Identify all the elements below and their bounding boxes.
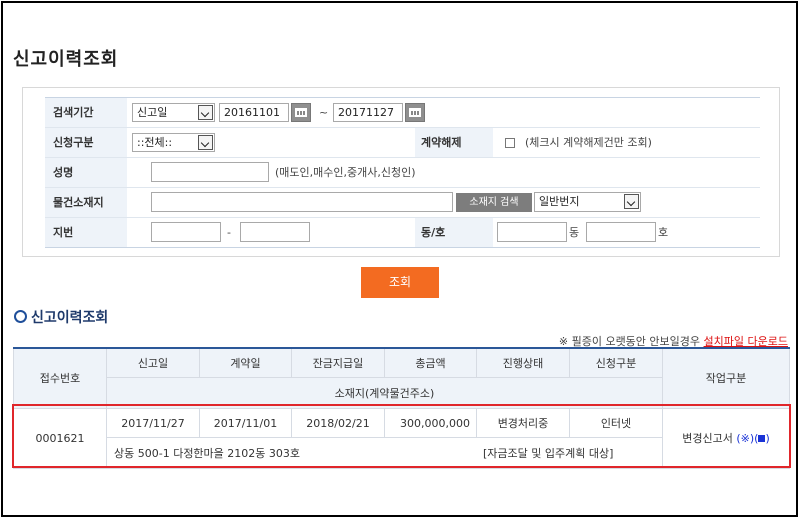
location-input[interactable] — [151, 192, 453, 212]
chevron-down-icon — [624, 194, 639, 209]
apply-type-select[interactable]: ::전체:: — [132, 133, 215, 152]
ho-suffix: 호 — [658, 226, 669, 239]
row-name: 성명 (매도인,매수인,중개사,신청인) — [45, 158, 760, 188]
calendar-icon[interactable] — [291, 103, 311, 122]
search-panel: 검색기간 신고일 20161101 ~ 20171127 신청구분 ::전체::… — [22, 87, 780, 257]
name-hint: (매도인,매수인,중개사,신청인) — [275, 166, 416, 179]
page-title: 신고이력조회 — [13, 49, 119, 70]
header-total: 총금액 — [385, 349, 477, 378]
ho-input[interactable] — [586, 222, 656, 242]
result-section-title: 신고이력조회 — [14, 307, 108, 327]
name-input[interactable] — [151, 162, 269, 182]
date-from-input[interactable]: 20161101 — [219, 103, 289, 122]
search-button[interactable]: 조회 — [361, 267, 439, 298]
dongho-label: 동/호 — [415, 218, 493, 247]
dong-input[interactable] — [497, 222, 567, 242]
row-period: 검색기간 신고일 20161101 ~ 20171127 — [45, 98, 760, 128]
lot-main-input[interactable] — [151, 222, 221, 242]
address-search-button[interactable]: 소재지 검색 — [456, 193, 532, 212]
lot-label: 지번 — [45, 218, 127, 247]
circle-bullet-icon — [14, 310, 27, 323]
search-form: 검색기간 신고일 20161101 ~ 20171127 신청구분 ::전체::… — [45, 97, 760, 248]
row-apply: 신청구분 ::전체:: 계약해제 (체크시 계약해제건만 조회) — [45, 128, 760, 158]
cancel-hint: (체크시 계약해제건만 조회) — [525, 136, 652, 149]
date-to-input[interactable]: 20171127 — [333, 103, 403, 122]
date-separator: ~ — [319, 106, 329, 119]
lot-dash: - — [227, 226, 231, 239]
header-receipt-no: 접수번호 — [13, 349, 107, 409]
header-contract-date: 계약일 — [200, 349, 292, 378]
lot-type-value: 일반번지 — [539, 195, 580, 208]
row-highlight — [12, 404, 791, 468]
header-work-type: 작업구분 — [663, 349, 790, 409]
header-report-date: 신고일 — [107, 349, 200, 378]
period-type-value: 신고일 — [137, 106, 168, 119]
cancel-label: 계약해제 — [415, 128, 493, 157]
result-title-text: 신고이력조회 — [31, 310, 109, 326]
apply-type-value: ::전체:: — [137, 136, 173, 149]
chevron-down-icon — [198, 135, 213, 150]
location-label: 물건소재지 — [45, 188, 127, 217]
name-label: 성명 — [45, 158, 127, 187]
period-type-select[interactable]: 신고일 — [132, 103, 215, 122]
header-status: 진행상태 — [477, 349, 570, 378]
cancel-checkbox[interactable] — [505, 138, 515, 148]
calendar-icon[interactable] — [405, 103, 425, 122]
row-location: 물건소재지 소재지 검색 일반번지 — [45, 188, 760, 218]
lot-sub-input[interactable] — [240, 222, 310, 242]
chevron-down-icon — [198, 105, 213, 120]
lot-type-select[interactable]: 일반번지 — [534, 192, 641, 212]
period-label: 검색기간 — [45, 98, 127, 127]
dong-suffix: 동 — [569, 226, 580, 239]
header-balance-date: 잔금지급일 — [292, 349, 385, 378]
row-lot: 지번 - 동/호 동 호 — [45, 218, 760, 247]
header-apply-type: 신청구분 — [570, 349, 663, 378]
apply-label: 신청구분 — [45, 128, 127, 157]
